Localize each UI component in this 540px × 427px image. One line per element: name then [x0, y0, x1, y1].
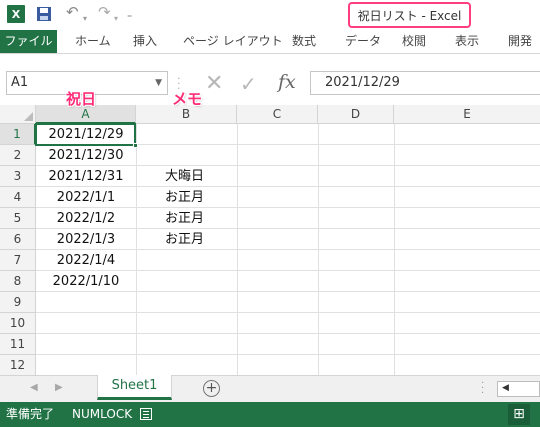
row-header[interactable]: 2: [0, 145, 36, 166]
annotation-column-b: メモ: [172, 90, 203, 108]
cell-a5[interactable]: 2022/1/2: [36, 208, 136, 229]
tab-formulas[interactable]: 数式: [292, 30, 316, 53]
cell-b3[interactable]: 大晦日: [165, 166, 235, 187]
row-header[interactable]: 1: [0, 124, 36, 145]
active-cell-selection: [35, 123, 138, 148]
worksheet-grid[interactable]: A B C D E 1 2 3 4 5 6 7 8 9 10 11 12 202…: [0, 105, 540, 376]
row-header[interactable]: 3: [0, 166, 36, 187]
row-header[interactable]: 5: [0, 208, 36, 229]
select-all-corner[interactable]: [0, 105, 36, 124]
gridline: [36, 312, 540, 313]
customize-icon[interactable]: ₌: [127, 6, 132, 24]
row-header[interactable]: 6: [0, 229, 36, 250]
tab-view[interactable]: 表示: [455, 30, 479, 53]
name-box-value: A1: [11, 75, 29, 90]
row-header[interactable]: 11: [0, 334, 36, 355]
horizontal-scrollbar[interactable]: ◀: [497, 381, 540, 397]
scroll-sheets-left-icon[interactable]: ◀: [30, 382, 38, 393]
column-header-c[interactable]: C: [237, 105, 318, 124]
column-header-d[interactable]: D: [318, 105, 394, 124]
cell-a8[interactable]: 2022/1/10: [36, 271, 136, 292]
gridline: [318, 124, 319, 375]
excel-icon[interactable]: X: [7, 5, 25, 23]
tab-developer[interactable]: 開発: [508, 30, 532, 53]
annotation-column-a: 祝日: [66, 90, 97, 108]
row-header[interactable]: 12: [0, 355, 36, 376]
cell-a7[interactable]: 2022/1/4: [36, 250, 136, 271]
sheet-tab-sheet1[interactable]: Sheet1: [97, 375, 172, 400]
redo-icon[interactable]: ↷: [98, 3, 111, 21]
insert-function-icon[interactable]: fx: [278, 71, 296, 93]
redo-dropdown-icon[interactable]: ▾: [114, 9, 118, 27]
gridline: [136, 124, 137, 375]
undo-icon[interactable]: ↶: [66, 3, 79, 21]
cancel-icon[interactable]: ✕: [205, 73, 223, 95]
gridline: [36, 354, 540, 355]
cell-b5[interactable]: お正月: [165, 208, 235, 229]
enter-icon[interactable]: ✓: [240, 73, 257, 95]
select-all-icon: [24, 112, 33, 121]
tab-data[interactable]: データ: [345, 30, 381, 53]
chevron-down-icon[interactable]: ▼: [155, 72, 162, 94]
cell-a2[interactable]: 2021/12/30: [36, 145, 136, 166]
formula-input[interactable]: 2021/12/29: [310, 71, 540, 95]
cell-b6[interactable]: お正月: [165, 229, 235, 250]
gridline: [237, 124, 238, 375]
ribbon-tabs: ファイル ホーム 挿入 ページ レイアウト 数式 データ 校閲 表示 開発: [0, 30, 540, 54]
scroll-left-icon[interactable]: ◀: [502, 383, 509, 393]
cell-a3[interactable]: 2021/12/31: [36, 166, 136, 187]
cell-a6[interactable]: 2022/1/3: [36, 229, 136, 250]
row-header[interactable]: 8: [0, 271, 36, 292]
column-header-e[interactable]: E: [394, 105, 540, 124]
scroll-sheets-right-icon[interactable]: ▶: [55, 382, 63, 393]
title-bar: X ↶ ▾ ↷ ▾ ₌ 祝日リスト - Excel: [0, 0, 540, 30]
row-header[interactable]: 7: [0, 250, 36, 271]
gridline: [36, 333, 540, 334]
row-header[interactable]: 10: [0, 313, 36, 334]
status-numlock: NUMLOCK: [72, 407, 133, 421]
undo-dropdown-icon[interactable]: ▾: [83, 9, 87, 27]
scrollbar-splitter-icon[interactable]: · · ·: [481, 379, 484, 399]
macro-record-icon[interactable]: [140, 408, 152, 420]
sheet-tabs-bar: ◀ ▶ Sheet1 + · · · ◀: [0, 375, 540, 402]
fill-handle[interactable]: [133, 143, 138, 148]
row-header[interactable]: 9: [0, 292, 36, 313]
save-icon[interactable]: [36, 6, 52, 22]
normal-view-icon[interactable]: ⊞: [508, 404, 530, 425]
gridline: [394, 124, 395, 375]
tab-page-layout[interactable]: ページ レイアウト: [183, 30, 283, 53]
add-sheet-icon[interactable]: +: [203, 380, 220, 397]
tab-review[interactable]: 校閲: [402, 30, 426, 53]
status-ready: 準備完了: [6, 407, 55, 421]
cell-b4[interactable]: お正月: [165, 187, 235, 208]
tab-file[interactable]: ファイル: [0, 30, 57, 53]
tab-home[interactable]: ホーム: [75, 30, 111, 53]
tab-insert[interactable]: 挿入: [133, 30, 157, 53]
window-title: 祝日リスト - Excel: [348, 2, 471, 28]
cell-a4[interactable]: 2022/1/1: [36, 187, 136, 208]
row-header[interactable]: 4: [0, 187, 36, 208]
status-bar: 準備完了 NUMLOCK ⊞: [0, 402, 540, 427]
